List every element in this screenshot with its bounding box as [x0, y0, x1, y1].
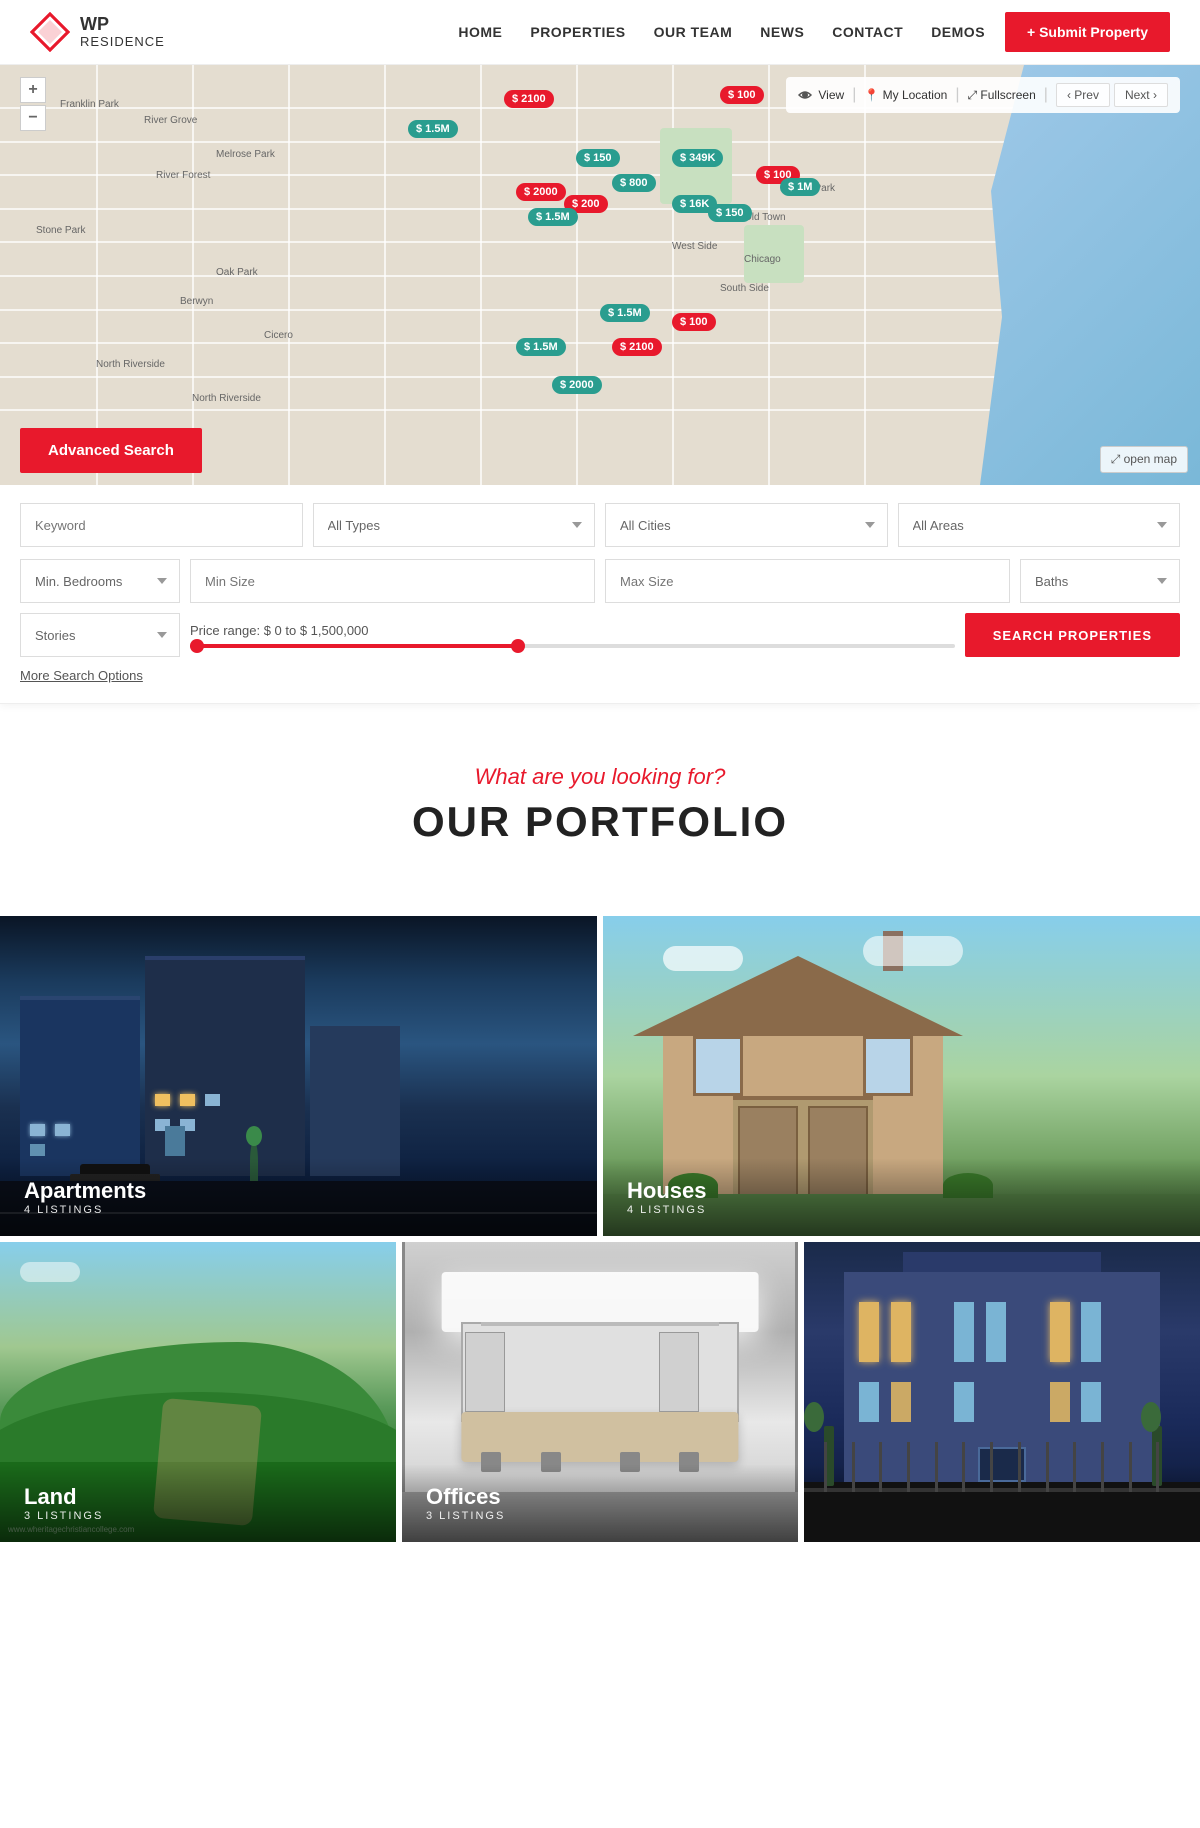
my-location-button[interactable]: 📍 My Location — [864, 88, 947, 102]
view-button[interactable]: View — [798, 88, 844, 103]
price-marker[interactable]: $ 1.5M — [408, 120, 458, 138]
lake-michigan — [980, 65, 1200, 485]
submit-property-button[interactable]: + Submit Property — [1005, 12, 1170, 52]
type-select[interactable]: All Types Apartment House Land Office Co… — [313, 503, 596, 547]
nav-home[interactable]: HOME — [458, 24, 502, 40]
price-marker[interactable]: $ 1.5M — [516, 338, 566, 356]
nav-contact[interactable]: CONTACT — [832, 24, 903, 40]
baths-select[interactable]: Baths 1 2 3 4+ — [1020, 559, 1180, 603]
price-marker[interactable]: $ 150 — [708, 204, 752, 222]
houses-overlay: Houses 4 LISTINGS — [603, 1158, 1200, 1236]
prev-next-controls: ‹ Prev Next › — [1056, 83, 1168, 107]
search-row-2: Min. Bedrooms 1 2 3 4 5+ Baths 1 2 3 4+ — [20, 559, 1180, 603]
portfolio-section: What are you looking for? OUR PORTFOLIO — [0, 704, 1200, 916]
min-size-input[interactable] — [190, 559, 595, 603]
map-zoom-controls: + − — [20, 77, 46, 131]
nav-demos[interactable]: DEMOS — [931, 24, 985, 40]
portfolio-item-land[interactable]: www.wheritagechristiancollege.com Land 3… — [0, 1242, 396, 1542]
prev-button[interactable]: ‹ Prev — [1056, 83, 1110, 107]
portfolio-item-houses[interactable]: Houses 4 LISTINGS — [603, 916, 1200, 1236]
apartments-name: Apartments — [24, 1178, 573, 1204]
main-nav: HOME PROPERTIES OUR TEAM NEWS CONTACT DE… — [458, 24, 985, 40]
price-marker[interactable]: $ 2100 — [504, 90, 554, 108]
offices-listings: 3 LISTINGS — [426, 1510, 774, 1522]
logo-residence: RESIDENCE — [80, 35, 165, 49]
logo-text: WP RESIDENCE — [80, 15, 165, 49]
eye-icon — [798, 88, 812, 102]
houses-name: Houses — [627, 1178, 1176, 1204]
price-marker[interactable]: $ 1M — [780, 178, 820, 196]
price-range-section: Price range: $ 0 to $ 1,500,000 — [190, 623, 955, 648]
portfolio-subtitle: What are you looking for? — [20, 764, 1180, 790]
nav-our-team[interactable]: OUR TEAM — [654, 24, 733, 40]
zoom-in-button[interactable]: + — [20, 77, 46, 103]
price-marker[interactable]: $ 100 — [672, 313, 716, 331]
logo-diamond-icon — [30, 12, 70, 52]
land-overlay: Land 3 LISTINGS — [0, 1464, 396, 1542]
search-properties-button[interactable]: SEARCH PROPERTIES — [965, 613, 1180, 657]
logo[interactable]: WP RESIDENCE — [30, 12, 165, 52]
houses-listings: 4 LISTINGS — [627, 1204, 1176, 1216]
price-marker[interactable]: $ 349K — [672, 149, 723, 167]
more-search-options-link[interactable]: More Search Options — [20, 668, 143, 683]
portfolio-item-offices[interactable]: Offices 3 LISTINGS — [402, 1242, 798, 1542]
advanced-search-button[interactable]: Advanced Search — [20, 428, 202, 473]
map-controls: View | 📍 My Location | ⤢ Fullscreen | ‹ … — [786, 77, 1180, 113]
city-select[interactable]: All Cities Chicago New York Los Angeles — [605, 503, 888, 547]
search-bar: All Types Apartment House Land Office Co… — [0, 485, 1200, 704]
price-marker[interactable]: $ 2000 — [516, 183, 566, 201]
area-select[interactable]: All Areas Downtown Suburbs North Side So… — [898, 503, 1181, 547]
search-row-1: All Types Apartment House Land Office Co… — [20, 503, 1180, 547]
portfolio-grid-bottom: www.wheritagechristiancollege.com Land 3… — [0, 1242, 1200, 1542]
offices-name: Offices — [426, 1484, 774, 1510]
apartments-listings: 4 LISTINGS — [24, 1204, 573, 1216]
portfolio-grid-top: Apartments 4 LISTINGS — [0, 916, 1200, 1548]
price-marker[interactable]: $ 2100 — [612, 338, 662, 356]
price-marker[interactable]: $ 2000 — [552, 376, 602, 394]
price-marker[interactable]: $ 800 — [612, 174, 656, 192]
portfolio-title: OUR PORTFOLIO — [20, 798, 1180, 846]
apartments-overlay: Apartments 4 LISTINGS — [0, 1158, 597, 1236]
map-section: Franklin Park River Grove Melrose Park R… — [0, 65, 1200, 485]
portfolio-item-apartments[interactable]: Apartments 4 LISTINGS — [0, 916, 597, 1236]
portfolio-item-condos[interactable]: Condos 2 LISTINGS — [804, 1242, 1200, 1542]
offices-overlay: Offices 3 LISTINGS — [402, 1464, 798, 1542]
land-name: Land — [24, 1484, 372, 1510]
header: WP RESIDENCE HOME PROPERTIES OUR TEAM NE… — [0, 0, 1200, 65]
nav-properties[interactable]: PROPERTIES — [530, 24, 625, 40]
keyword-input[interactable] — [20, 503, 303, 547]
map-background: Franklin Park River Grove Melrose Park R… — [0, 65, 1200, 485]
price-marker[interactable]: $ 1.5M — [600, 304, 650, 322]
price-slider-right-thumb[interactable] — [511, 639, 525, 653]
fullscreen-button[interactable]: ⤢ Fullscreen — [967, 88, 1035, 103]
price-range-label: Price range: $ 0 to $ 1,500,000 — [190, 623, 955, 638]
open-map-button[interactable]: ⤢ open map — [1100, 446, 1188, 473]
price-marker[interactable]: $ 150 — [576, 149, 620, 167]
next-button[interactable]: Next › — [1114, 83, 1168, 107]
nav-news[interactable]: NEWS — [760, 24, 804, 40]
logo-wp: WP — [80, 15, 165, 35]
search-row-3: Stories 1 2 3 4+ Price range: $ 0 to $ 1… — [20, 613, 1180, 657]
price-slider-left-thumb[interactable] — [190, 639, 204, 653]
stories-select[interactable]: Stories 1 2 3 4+ — [20, 613, 180, 657]
price-slider[interactable] — [190, 644, 955, 648]
price-marker[interactable]: $ 1.5M — [528, 208, 578, 226]
max-size-input[interactable] — [605, 559, 1010, 603]
land-listings: 3 LISTINGS — [24, 1510, 372, 1522]
price-marker[interactable]: $ 100 — [720, 86, 764, 104]
zoom-out-button[interactable]: − — [20, 105, 46, 131]
bedrooms-select[interactable]: Min. Bedrooms 1 2 3 4 5+ — [20, 559, 180, 603]
